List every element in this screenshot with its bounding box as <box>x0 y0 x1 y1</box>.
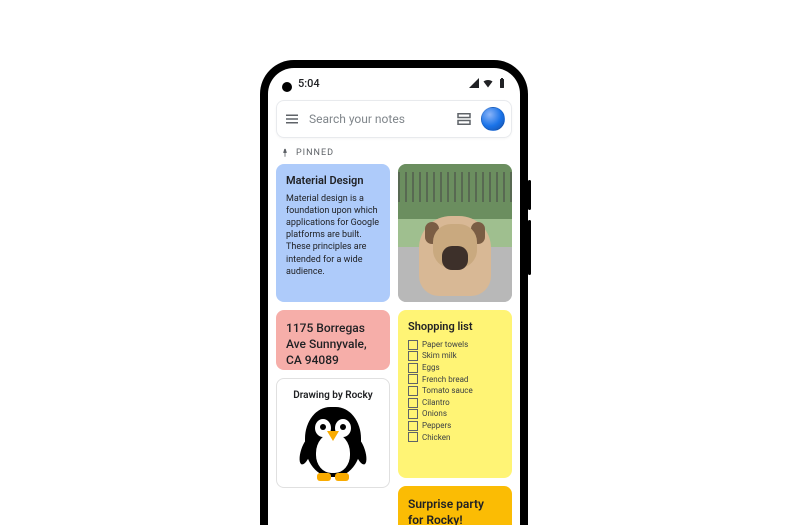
checkbox-icon[interactable] <box>408 421 418 431</box>
phone-side-button <box>528 180 531 210</box>
layout-toggle-icon[interactable] <box>455 110 473 128</box>
note-title: Material Design <box>286 174 380 189</box>
checklist-item[interactable]: Chicken <box>408 432 502 444</box>
checklist-item[interactable]: French bread <box>408 374 502 386</box>
phone-side-button <box>528 220 531 275</box>
checklist-item[interactable]: Skim milk <box>408 350 502 362</box>
checkbox-icon[interactable] <box>408 363 418 373</box>
checklist-item[interactable]: Eggs <box>408 362 502 374</box>
penguin-drawing <box>305 407 361 477</box>
status-bar: 5:04 <box>268 68 520 98</box>
note-body: Material design is a foundation upon whi… <box>286 193 380 278</box>
checklist-item-label: Eggs <box>422 362 440 374</box>
note-shopping-list[interactable]: Shopping list Paper towelsSkim milkEggsF… <box>398 310 512 478</box>
note-title: Surprise party for Rocky! <box>408 496 502 525</box>
wifi-icon <box>482 77 494 89</box>
checkbox-icon[interactable] <box>408 374 418 384</box>
note-material-design[interactable]: Material Design Material design is a fou… <box>276 164 390 302</box>
note-address[interactable]: 1175 Borregas Ave Sunnyvale, CA 94089 <box>276 310 390 370</box>
status-icons <box>468 77 508 89</box>
checklist-item[interactable]: Paper towels <box>408 339 502 351</box>
checkbox-icon[interactable] <box>408 386 418 396</box>
front-camera <box>282 82 292 92</box>
note-title: 1175 Borregas Ave Sunnyvale, CA 94089 <box>286 320 380 369</box>
phone-screen: 5:04 Search your notes PINNED <box>268 68 520 525</box>
phone-frame: 5:04 Search your notes PINNED <box>260 60 528 525</box>
checkbox-icon[interactable] <box>408 351 418 361</box>
checklist-item-label: Tomato sauce <box>422 385 473 397</box>
note-title: Shopping list <box>408 320 502 335</box>
checklist-item-label: Paper towels <box>422 339 468 351</box>
note-title: Drawing by Rocky <box>287 389 379 403</box>
search-bar[interactable]: Search your notes <box>276 100 512 138</box>
checkbox-icon[interactable] <box>408 398 418 408</box>
checklist-item-label: Peppers <box>422 420 451 432</box>
checkbox-icon[interactable] <box>408 340 418 350</box>
pinned-section-header: PINNED <box>268 146 520 164</box>
checklist-item-label: Cilantro <box>422 397 450 409</box>
note-drawing[interactable]: Drawing by Rocky <box>276 378 390 488</box>
section-label: PINNED <box>296 148 334 158</box>
checklist-item-label: Onions <box>422 408 447 420</box>
checklist: Paper towelsSkim milkEggsFrench breadTom… <box>408 339 502 443</box>
checklist-item-label: Chicken <box>422 432 450 444</box>
signal-icon <box>468 77 480 89</box>
search-input[interactable]: Search your notes <box>309 112 447 126</box>
pin-icon <box>280 148 290 158</box>
battery-icon <box>496 77 508 89</box>
notes-grid: Material Design Material design is a fou… <box>268 164 520 525</box>
checklist-item[interactable]: Onions <box>408 408 502 420</box>
dog-illustration <box>419 216 491 296</box>
checklist-item[interactable]: Tomato sauce <box>408 385 502 397</box>
checkbox-icon[interactable] <box>408 432 418 442</box>
checklist-item-label: Skim milk <box>422 350 457 362</box>
checklist-item-label: French bread <box>422 374 468 386</box>
checklist-item[interactable]: Peppers <box>408 420 502 432</box>
note-surprise-party[interactable]: Surprise party for Rocky! <box>398 486 512 525</box>
checkbox-icon[interactable] <box>408 409 418 419</box>
note-photo-dog[interactable] <box>398 164 512 302</box>
checklist-item[interactable]: Cilantro <box>408 397 502 409</box>
clock: 5:04 <box>298 77 320 90</box>
account-avatar[interactable] <box>481 107 505 131</box>
menu-icon[interactable] <box>283 110 301 128</box>
